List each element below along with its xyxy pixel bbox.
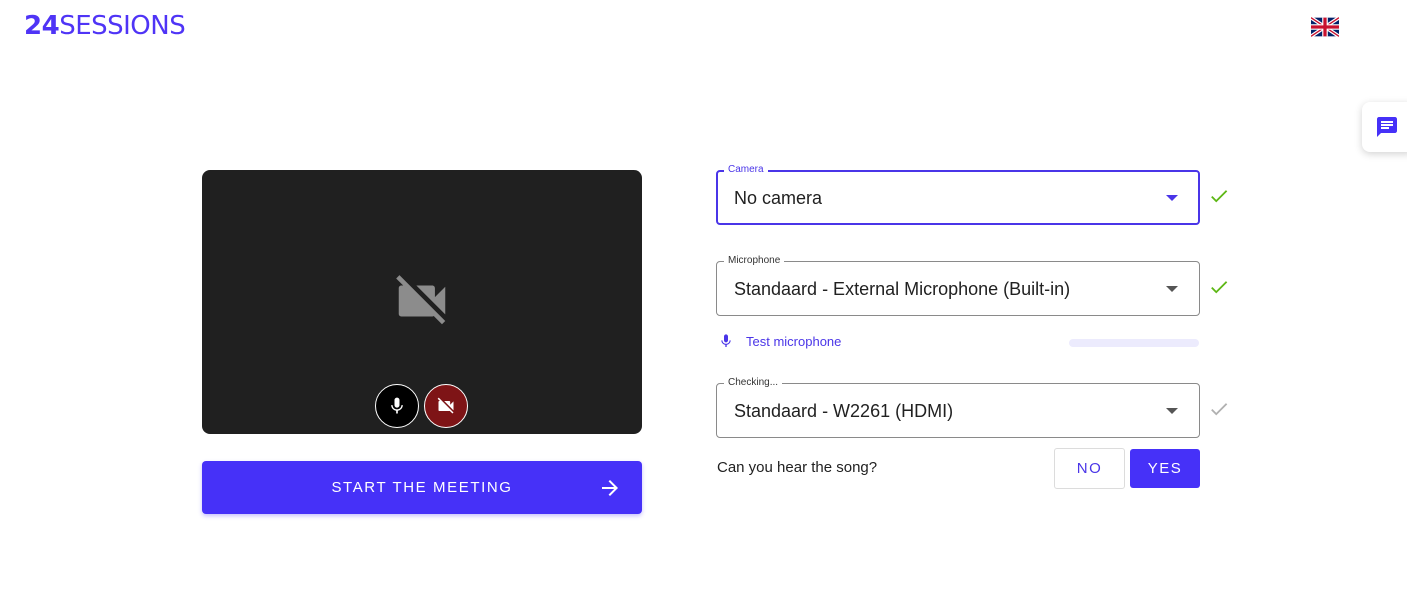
camera-select-value: No camera: [734, 188, 823, 208]
yes-button[interactable]: YES: [1130, 449, 1200, 488]
microphone-icon: [391, 397, 403, 414]
check-icon: [1211, 190, 1228, 203]
videocam-off-icon: [396, 275, 446, 325]
chat-icon: [1377, 117, 1397, 137]
microphone-icon: [721, 334, 731, 347]
arrow-right-icon: [602, 480, 618, 496]
speaker-select[interactable]: Checking... Standaard - W2261 (HDMI): [716, 376, 1200, 438]
speaker-select-value: Standaard - W2261 (HDMI): [734, 401, 954, 421]
check-icon: [1211, 281, 1228, 294]
start-meeting-button[interactable]: START THE MEETING: [202, 461, 642, 514]
no-button[interactable]: NO: [1054, 448, 1125, 489]
chevron-down-icon: [1166, 195, 1178, 201]
logo-text: 24SESSIONS: [24, 11, 186, 41]
microphone-select[interactable]: Microphone Standaard - External Micropho…: [716, 254, 1200, 316]
uk-flag-icon[interactable]: [1309, 16, 1341, 38]
chevron-down-icon: [1166, 408, 1178, 414]
microphone-level-bar: [1069, 339, 1199, 347]
video-preview: [202, 170, 642, 434]
chat-button[interactable]: [1362, 102, 1407, 152]
chevron-down-icon: [1166, 286, 1178, 292]
camera-select[interactable]: Camera No camera: [716, 163, 1200, 225]
test-microphone-button[interactable]: Test microphone: [718, 333, 841, 349]
start-meeting-label: START THE MEETING: [331, 479, 513, 496]
toggle-microphone-button[interactable]: [375, 384, 419, 428]
logo: 24SESSIONS: [24, 11, 186, 41]
videocam-off-icon: [437, 397, 454, 414]
speaker-select-label: Checking...: [724, 376, 783, 390]
song-question: Can you hear the song?: [717, 459, 878, 476]
camera-select-label: Camera: [724, 163, 768, 177]
toggle-camera-button[interactable]: [424, 384, 468, 428]
microphone-select-value: Standaard - External Microphone (Built-i…: [734, 279, 1071, 299]
test-microphone-label: Test microphone: [746, 333, 842, 349]
check-icon: [1211, 403, 1228, 416]
microphone-select-label: Microphone: [724, 254, 785, 268]
